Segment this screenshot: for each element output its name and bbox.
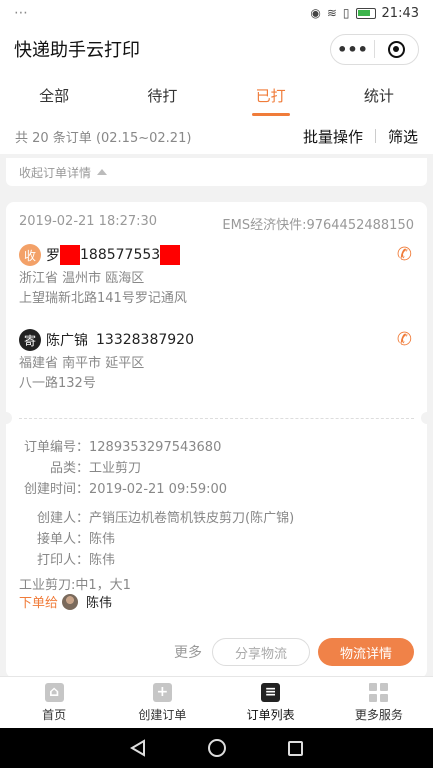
order-count-summary: 共 20 条订单 (02.15~02.21) bbox=[15, 130, 192, 146]
sender-address-street: 八一路132号 bbox=[19, 376, 96, 391]
express-number: EMS经济快件:9764452488150 bbox=[222, 218, 414, 233]
tab-stats[interactable]: 统计 bbox=[325, 72, 433, 118]
action-buttons: 更多 分享物流 物流详情 bbox=[174, 638, 414, 666]
category: 工业剪刀 bbox=[89, 461, 142, 476]
order-tabs: 全部 待打 已打 统计 bbox=[0, 72, 433, 118]
call-receiver-icon[interactable]: ✆ bbox=[397, 244, 412, 265]
close-miniapp-button[interactable] bbox=[375, 35, 418, 64]
nav-create-order[interactable]: + 创建订单 bbox=[108, 677, 216, 728]
receiver-badge: 收 bbox=[19, 244, 41, 266]
nav-order-list[interactable]: ≡ 订单列表 bbox=[217, 677, 325, 728]
sender-block: 寄 陈广锦 13328387920 福建省 南平市 延平区 八一路132号 ✆ bbox=[19, 329, 414, 394]
logistics-details-button[interactable]: 物流详情 bbox=[318, 638, 414, 666]
collapse-label: 收起订单详情 bbox=[19, 165, 92, 180]
caret-up-icon bbox=[97, 169, 108, 175]
more-menu-button[interactable]: ••• bbox=[331, 35, 374, 64]
receiver-phone: 188577553 bbox=[80, 247, 161, 263]
nav-label: 首页 bbox=[42, 707, 67, 722]
sender-badge: 寄 bbox=[19, 329, 41, 351]
order-details: 订单编号： 1289353297543680 品类： 工业剪刀 创建时间： 2019-… bbox=[19, 437, 294, 596]
printer-staff: 陈伟 bbox=[89, 553, 116, 568]
receiver-address-street: 上望瑞新北路141号罗记通风 bbox=[19, 291, 187, 306]
collapse-order-details[interactable]: 收起订单详情 bbox=[6, 158, 427, 186]
back-icon[interactable] bbox=[130, 739, 146, 757]
filter-bar: 共 20 条订单 (02.15~02.21) 批量操作 筛选 bbox=[0, 118, 433, 154]
detail-key: 订单编号： bbox=[23, 440, 89, 455]
recents-icon[interactable] bbox=[288, 740, 303, 756]
more-dots-icon: ••• bbox=[337, 39, 368, 59]
tab-printed[interactable]: 已打 bbox=[217, 72, 325, 118]
detail-key: 创建人： bbox=[36, 511, 89, 526]
divider bbox=[19, 418, 414, 419]
receiver-staff: 陈伟 bbox=[89, 532, 116, 547]
detail-key: 创建时间： bbox=[23, 482, 89, 497]
detail-key: 品类： bbox=[49, 461, 89, 476]
grid-icon bbox=[369, 682, 389, 702]
tab-all[interactable]: 全部 bbox=[0, 72, 108, 118]
status-bar: ⋯ ◉ ≋ ▯ 21:43 bbox=[0, 0, 433, 26]
nav-more-services[interactable]: 更多服务 bbox=[325, 677, 433, 728]
nav-home[interactable]: ⌂ 首页 bbox=[0, 677, 108, 728]
receiver-address-region: 浙江省 温州市 瓯海区 bbox=[19, 271, 145, 286]
home-circle-icon[interactable] bbox=[208, 739, 226, 757]
home-icon: ⌂ bbox=[44, 682, 64, 702]
receiver-block: 收 罗 188577553 浙江省 温州市 瓯海区 上望瑞新北路141号罗记通风… bbox=[19, 244, 414, 309]
created-time: 2019-02-21 09:59:00 bbox=[89, 482, 228, 497]
share-logistics-button[interactable]: 分享物流 bbox=[212, 638, 310, 666]
nav-label: 订单列表 bbox=[246, 707, 295, 722]
batch-operation-button[interactable]: 批量操作 bbox=[303, 126, 363, 147]
receiver-name: 罗 bbox=[46, 248, 60, 264]
app-title: 快递助手云打印 bbox=[14, 40, 140, 61]
status-time: 21:43 bbox=[381, 5, 419, 21]
plus-box-icon: + bbox=[152, 682, 172, 702]
list-icon: ≡ bbox=[261, 682, 281, 702]
eye-icon: ◉ bbox=[310, 6, 321, 20]
avatar bbox=[62, 593, 79, 610]
assign-label: 下单给 bbox=[19, 596, 59, 611]
redaction-mark bbox=[160, 245, 181, 265]
filter-button[interactable]: 筛选 bbox=[388, 126, 418, 147]
title-bar: 快递助手云打印 ••• bbox=[0, 26, 433, 72]
creator: 产销压边机卷筒机铁皮剪刀(陈广锦) bbox=[89, 511, 295, 526]
message-dots-icon: ⋯ bbox=[14, 5, 28, 21]
wifi-icon: ≋ bbox=[326, 6, 337, 20]
sender-phone: 13328387920 bbox=[96, 332, 194, 348]
nav-label: 更多服务 bbox=[354, 707, 403, 722]
order-card: 2019-02-21 18:27:30 EMS经济快件:976445248815… bbox=[0, 202, 433, 678]
more-button[interactable]: 更多 bbox=[174, 642, 202, 662]
assign-row: 下单给 陈伟 bbox=[19, 592, 112, 611]
nav-label: 创建订单 bbox=[138, 707, 187, 722]
order-datetime: 2019-02-21 18:27:30 bbox=[19, 214, 158, 229]
detail-key: 接单人： bbox=[36, 532, 89, 547]
sim-icon: ▯ bbox=[342, 6, 350, 20]
sender-address-region: 福建省 南平市 延平区 bbox=[19, 356, 145, 371]
battery-icon bbox=[355, 7, 376, 19]
order-number: 1289353297543680 bbox=[89, 440, 222, 455]
target-icon bbox=[388, 40, 405, 58]
tab-pending[interactable]: 待打 bbox=[108, 72, 216, 118]
system-nav-bar bbox=[0, 728, 433, 768]
bottom-nav: ⌂ 首页 + 创建订单 ≡ 订单列表 更多服务 bbox=[0, 676, 433, 728]
sender-name: 陈广锦 bbox=[46, 333, 88, 349]
call-sender-icon[interactable]: ✆ bbox=[397, 329, 412, 350]
miniapp-capsule: ••• bbox=[330, 33, 419, 65]
redaction-mark bbox=[60, 245, 80, 265]
detail-key: 打印人： bbox=[36, 553, 89, 568]
assignee-name: 陈伟 bbox=[86, 596, 113, 611]
